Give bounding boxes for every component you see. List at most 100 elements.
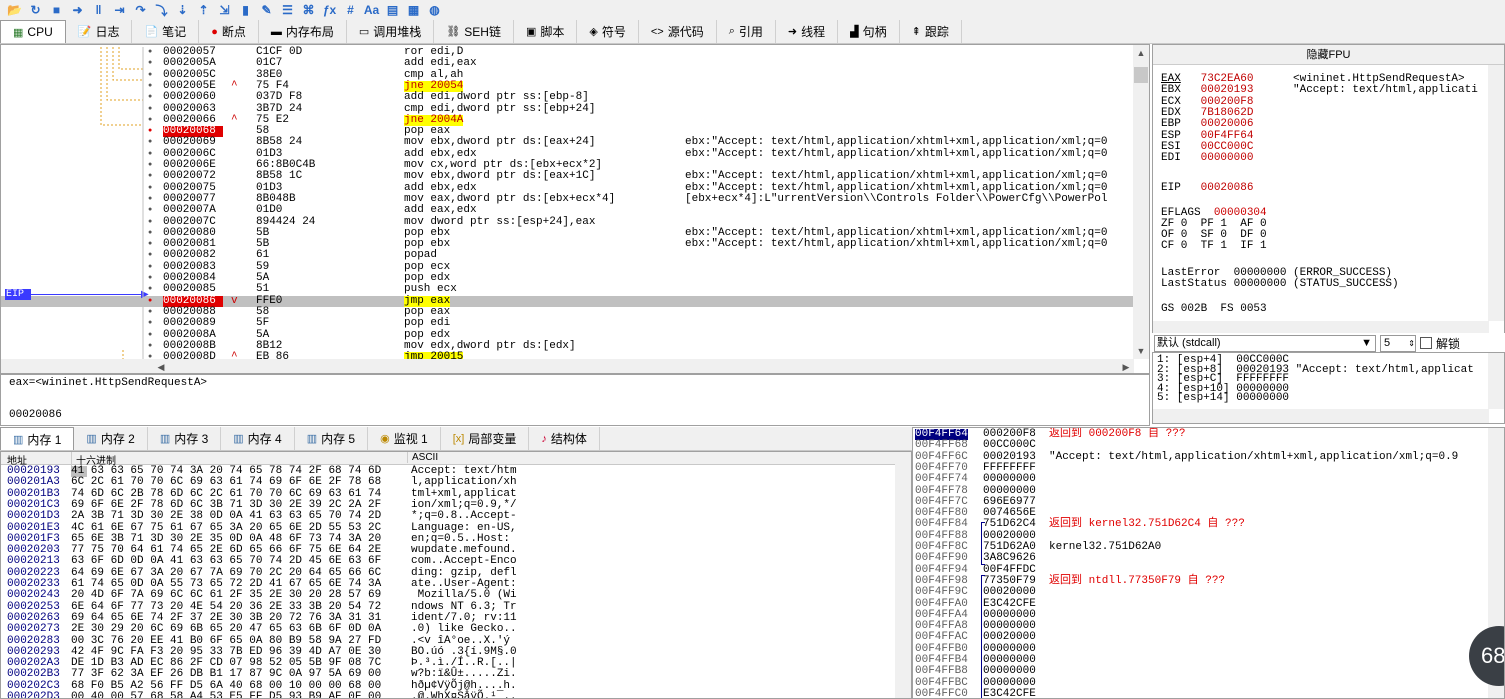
stack-address[interactable]: 00F4FFC0	[915, 688, 968, 698]
disasm-bytes[interactable]: 01C7	[256, 57, 282, 69]
disasm-address[interactable]: 00020089	[163, 317, 223, 329]
disasm-instruction[interactable]: mov ebx,dword ptr ds:[eax+1C]	[404, 170, 595, 182]
registers-scrollbar[interactable]	[1488, 65, 1504, 321]
tab-item-8[interactable]: ◈ 符号	[577, 20, 639, 43]
disasm-bytes[interactable]: 8B58 24	[256, 137, 302, 149]
stack-comment[interactable]: 返回到 kernel32.751D62C4 自 ???	[1049, 519, 1245, 531]
register-value[interactable]: 7B18062D	[1201, 107, 1254, 119]
dump-ascii[interactable]: Mozilla/5.0 (Wi	[411, 589, 517, 601]
disasm-row[interactable]: ● 00020069 8B58 24 mov ebx,dword ptr ds:[ea…	[1, 137, 1134, 149]
dump-hex[interactable]: 63 6F 6D 0D 0A 41 63 63 65 70 74 2D 45 6…	[71, 556, 381, 568]
dump-hex[interactable]: 6C 2C 61 70 70 6C 69 63 61 74 69 6F 6E 2…	[71, 476, 381, 488]
disasm-instruction[interactable]: popad	[404, 250, 437, 262]
disasm-row[interactable]: ● 00020072 8B58 1C mov ebx,dword ptr ds:[ea…	[1, 170, 1134, 182]
settings-icon[interactable]: ▦	[405, 2, 422, 18]
arg-count-spinner[interactable]: 5 ⇕	[1380, 334, 1416, 352]
dump-row[interactable]: 00020273 2E 30 29 20 6C 69 6B 65 20 47 65…	[1, 623, 897, 635]
register-value[interactable]: 00020006	[1201, 118, 1254, 130]
args-scrollbar[interactable]	[1488, 353, 1504, 409]
stack-address[interactable]: 00F4FF74	[915, 473, 968, 485]
disasm-address[interactable]: 00020069	[163, 137, 223, 149]
disasm-row[interactable]: ● 00020082 61 popad	[1, 250, 1134, 262]
stack-address[interactable]: 00F4FF90	[915, 552, 968, 564]
stack-value[interactable]: 751D62C4	[983, 519, 1036, 531]
scroll-right-icon[interactable]: ▶	[1118, 359, 1134, 373]
tab-item-3[interactable]: ● 断点	[199, 20, 259, 43]
disasm-address[interactable]: 0002007A	[163, 204, 223, 216]
disasm-address[interactable]: 00020072	[163, 170, 223, 182]
calling-convention-select[interactable]: 默认 (stdcall) ▼	[1154, 334, 1376, 352]
register-value[interactable]: 73C2EA60	[1201, 73, 1254, 85]
memory-tab-7[interactable]: [x] 局部变量	[441, 427, 530, 450]
dump-address[interactable]: 00020243	[7, 589, 60, 601]
dump-address[interactable]: 000201D3	[7, 510, 60, 522]
disasm-instruction[interactable]: add edi,dword ptr ss:[ebp-8]	[404, 91, 589, 103]
register-eip[interactable]: EIP 00020086	[1161, 182, 1253, 194]
dump-hex[interactable]: 77 3F 62 3A EF 26 DB B1 17 87 9C 0A 97 5…	[71, 669, 381, 681]
tab-item-11[interactable]: ➜ 线程	[776, 20, 839, 43]
disasm-instruction[interactable]: add eax,edx	[404, 204, 477, 216]
stack-value[interactable]: 00CC000C	[983, 439, 1036, 451]
register-edi[interactable]: EDI 00000000	[1161, 152, 1253, 164]
register-eax[interactable]: EAX 73C2EA60 <wininet.HttpSendRequestA>	[1161, 73, 1465, 85]
tab-item-5[interactable]: ▭ 调用堆栈	[347, 20, 435, 43]
step-over-icon[interactable]: ↷	[132, 2, 149, 18]
dump-ascii[interactable]: .0) like Gecko..	[411, 623, 517, 635]
disasm-comment[interactable]: [ebx+ecx*4]:L"urrentVersion\\Controls Fo…	[685, 193, 1107, 205]
register-ebp[interactable]: EBP 00020006	[1161, 118, 1253, 130]
tab-item-2[interactable]: 📄 笔记	[132, 20, 200, 43]
stack-row[interactable]: 00F4FF9C 00020000	[913, 586, 1493, 598]
stack-comment[interactable]: kernel32.751D62A0	[1049, 541, 1161, 553]
dump-address[interactable]: 00020273	[7, 623, 60, 635]
register-value[interactable]: 000200F8	[1201, 96, 1254, 108]
disasm-row[interactable]: ● 00020085 51 push ecx	[1, 283, 1134, 295]
label-icon[interactable]: ☰	[279, 2, 296, 18]
disasm-bytes[interactable]: 5F	[256, 317, 269, 329]
disasm-bytes[interactable]: 51	[256, 283, 269, 295]
memory-dump[interactable]: 地址 十六进制 ASCII 00020193 41 63 63 65 70 74 …	[0, 451, 912, 699]
disasm-comment[interactable]: ebx:"Accept: text/html,application/xhtml…	[685, 170, 1107, 182]
dump-address[interactable]: 000202D3	[7, 691, 60, 698]
tab-item-10[interactable]: ⌕ 引用	[717, 20, 776, 43]
dump-hex[interactable]: 00 40 00 57 68 58 A4 53 E5 FF D5 93 B9 A…	[71, 691, 381, 698]
execute-till-return-icon[interactable]: ⇡	[195, 2, 212, 18]
flags-line-3[interactable]: CF 0 TF 1 IF 1	[1161, 240, 1267, 252]
dump-ascii[interactable]: com..Accept-Enco	[411, 556, 517, 568]
run-icon[interactable]: ➜	[69, 2, 86, 18]
scroll-up-icon[interactable]: ▲	[1133, 45, 1149, 61]
stack-view[interactable]: 00F4FF64 000200F8 返回到 000200F8 自 ??? 00F4FF…	[912, 427, 1505, 699]
disasm-row[interactable]: ● 00020060 037D F8 add edi,dword ptr ss:[eb…	[1, 91, 1134, 103]
stack-comment[interactable]: 返回到 ntdll.77350F79 自 ???	[1049, 575, 1225, 587]
register-esp[interactable]: ESP 00F4FF64	[1161, 130, 1253, 142]
disasm-address[interactable]: 0002005A	[163, 57, 223, 69]
stack-value[interactable]: 00000000	[983, 473, 1036, 485]
memory-tab-4[interactable]: ▥ 内存 4	[221, 427, 295, 450]
memory-icon[interactable]: ▤	[384, 2, 401, 18]
dump-row[interactable]: 000202B3 77 3F 62 3A EF 26 DB B1 17 87 9C…	[1, 669, 897, 681]
pause-icon[interactable]: ‖	[90, 2, 107, 18]
stack-address[interactable]: 00F4FFAC	[915, 632, 968, 644]
register-edx[interactable]: EDX 7B18062D	[1161, 107, 1253, 119]
dump-row[interactable]: 00020243 20 4D 6F 7A 69 6C 6C 61 2F 35 2E…	[1, 589, 897, 601]
tab-item-7[interactable]: ▣ 脚本	[514, 20, 578, 43]
disasm-scrollbar[interactable]	[1133, 45, 1149, 359]
stack-address[interactable]: 00F4FF84	[915, 519, 968, 531]
stack-row[interactable]: 00F4FF84 751D62C4 返回到 kernel32.751D62C4 自 …	[913, 519, 1493, 531]
patch-icon[interactable]: ▮	[237, 2, 254, 18]
memory-tab-1[interactable]: ▥ 内存 1	[0, 427, 75, 450]
trace-into-icon[interactable]: ⤵	[153, 2, 170, 18]
disasm-bytes[interactable]: 037D F8	[256, 91, 302, 103]
register-esi[interactable]: ESI 00CC000C	[1161, 141, 1253, 153]
disasm-bytes[interactable]: 01D0	[256, 204, 282, 216]
stack-value[interactable]: 3A8C9626	[983, 552, 1036, 564]
hash-icon[interactable]: #	[342, 2, 359, 18]
stack-row[interactable]: 00F4FF68 00CC000C	[913, 439, 1493, 451]
dump-address[interactable]: 000201A3	[7, 476, 60, 488]
close-icon[interactable]: ■	[48, 2, 65, 18]
open-icon[interactable]: 📂	[6, 2, 23, 18]
disasm-comment[interactable]: ebx:"Accept: text/html,application/xhtml…	[685, 137, 1107, 149]
dump-row[interactable]: 000201A3 6C 2C 61 70 70 6C 69 63 61 74 69…	[1, 476, 897, 488]
memory-tab-2[interactable]: ▥ 内存 2	[74, 427, 148, 450]
disasm-instruction[interactable]: push ecx	[404, 283, 457, 295]
tab-item-12[interactable]: ▟ 句柄	[838, 20, 900, 43]
